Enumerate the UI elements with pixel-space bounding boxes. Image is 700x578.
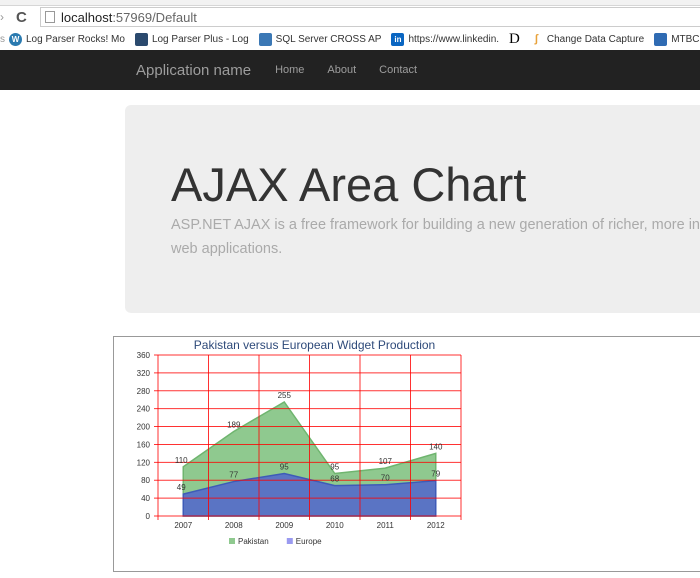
x-tick-label: 2007 bbox=[174, 521, 192, 530]
y-tick-label: 120 bbox=[137, 458, 151, 467]
lead-text: ASP.NET AJAX is a free framework for bui… bbox=[171, 217, 700, 233]
data-label: 107 bbox=[379, 457, 393, 466]
x-tick-label: 2008 bbox=[225, 521, 243, 530]
y-tick-label: 0 bbox=[146, 512, 151, 521]
data-label: 110 bbox=[175, 456, 188, 465]
bookmark[interactable]: in https://www.linkedin. bbox=[391, 32, 500, 46]
nav-home[interactable]: Home bbox=[275, 64, 304, 76]
sqlserver-icon bbox=[258, 32, 272, 46]
bookmark[interactable]: MTBC Membe bbox=[654, 32, 700, 46]
y-tick-label: 80 bbox=[141, 476, 150, 485]
legend-swatch bbox=[286, 538, 293, 544]
y-tick-label: 360 bbox=[137, 351, 151, 360]
reload-icon[interactable]: C bbox=[16, 9, 32, 26]
bookmark[interactable]: SQL Server CROSS AP bbox=[258, 32, 382, 46]
nav-contact[interactable]: Contact bbox=[379, 64, 417, 76]
jumbotron: AJAX Area Chart ASP.NET AJAX is a free f… bbox=[125, 105, 700, 313]
chart-title: Pakistan versus European Widget Producti… bbox=[194, 338, 435, 352]
cdc-icon: ʃ bbox=[534, 32, 539, 45]
wordpress-icon: W bbox=[9, 32, 22, 46]
forward-icon[interactable]: › bbox=[0, 10, 10, 24]
bookmark-label: SQL Server CROSS AP bbox=[275, 33, 382, 45]
lead-text-2: web applications. bbox=[171, 241, 283, 257]
d-icon: D bbox=[509, 30, 520, 47]
linkedin-icon: in bbox=[391, 32, 405, 46]
y-tick-label: 200 bbox=[137, 423, 151, 432]
y-tick-label: 40 bbox=[141, 494, 150, 503]
y-tick-label: 240 bbox=[137, 405, 151, 414]
y-tick-label: 160 bbox=[137, 440, 151, 449]
x-tick-label: 2009 bbox=[275, 521, 293, 530]
url-input[interactable]: localhost:57969/Default bbox=[40, 7, 700, 27]
address-bar-row: › C localhost:57969/Default bbox=[0, 6, 700, 28]
data-label: 49 bbox=[177, 483, 186, 492]
bookmark-label: Log Parser Plus - Log bbox=[151, 33, 249, 45]
legend-label: Europe bbox=[296, 537, 322, 546]
data-label: 70 bbox=[381, 474, 390, 483]
y-tick-label: 280 bbox=[137, 387, 151, 396]
bookmark-label: Log Parser Rocks! Mo bbox=[26, 33, 125, 45]
chart-container: Pakistan versus European Widget Producti… bbox=[113, 336, 700, 572]
brand-link[interactable]: Application name bbox=[136, 62, 251, 79]
mtbc-icon bbox=[654, 32, 668, 46]
data-label: 77 bbox=[229, 471, 238, 480]
url-path: :57969/Default bbox=[112, 9, 197, 25]
logparser-icon bbox=[134, 32, 148, 46]
nav-about[interactable]: About bbox=[327, 64, 356, 76]
data-label: 95 bbox=[330, 463, 339, 472]
data-label: 68 bbox=[330, 475, 339, 484]
page-icon bbox=[45, 11, 55, 23]
bookmark[interactable]: D bbox=[509, 31, 520, 48]
bookmark[interactable]: Log Parser Plus - Log bbox=[134, 32, 249, 46]
bookmark-label: https://www.linkedin. bbox=[408, 33, 500, 45]
bookmark-label: Change Data Capture bbox=[546, 33, 645, 45]
x-tick-label: 2011 bbox=[377, 521, 395, 530]
legend-swatch bbox=[229, 538, 235, 544]
url-host: localhost bbox=[61, 9, 113, 25]
legend-label: Pakistan bbox=[238, 537, 269, 546]
bookmark[interactable]: ʃ Change Data Capture bbox=[530, 32, 645, 46]
navbar: Application name Home About Contact bbox=[0, 50, 700, 90]
x-tick-label: 2012 bbox=[427, 521, 445, 530]
page-title: AJAX Area Chart bbox=[171, 158, 527, 211]
area-chart: Pakistan versus European Widget Producti… bbox=[137, 338, 462, 546]
bookmark-label: MTBC Membe bbox=[671, 33, 700, 45]
bookmark-overflow: s bbox=[0, 33, 5, 45]
data-label: 189 bbox=[227, 420, 241, 429]
data-label: 79 bbox=[431, 470, 440, 479]
data-label: 140 bbox=[429, 442, 443, 451]
bookmark[interactable]: W Log Parser Rocks! Mo bbox=[9, 32, 125, 46]
y-tick-label: 320 bbox=[137, 369, 151, 378]
bookmarks-bar: s W Log Parser Rocks! Mo Log Parser Plus … bbox=[0, 28, 700, 50]
x-tick-label: 2010 bbox=[326, 521, 344, 530]
data-label: 95 bbox=[280, 463, 289, 472]
data-label: 255 bbox=[278, 391, 292, 400]
